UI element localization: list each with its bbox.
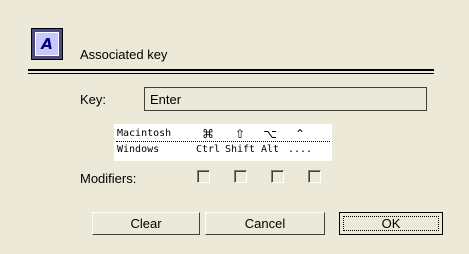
ok-button-label: OK [381,216,401,231]
ctrl-key-label: Ctrl [195,144,221,155]
shift-key-icon: ⇧ [234,127,246,141]
alt-key-label: Alt [260,144,280,155]
command-ctrl-checkbox[interactable] [197,170,210,183]
clear-button-label: Clear [130,216,162,231]
shift-checkbox[interactable] [234,170,247,183]
command-key-icon: ⌘ [202,127,214,141]
clear-button[interactable]: Clear [92,212,200,235]
cancel-button-label: Cancel [244,216,286,231]
mac-label: Macintosh [117,128,172,139]
key-label: Key: [80,92,107,107]
header-divider-thin [28,73,434,74]
app-icon: A [31,28,63,60]
ok-button[interactable]: OK [339,212,443,235]
windows-label: Windows [117,144,160,155]
modifiers-label: Modifiers: [80,171,137,186]
dialog-title: Associated key [80,47,168,62]
cancel-button[interactable]: Cancel [205,212,325,235]
mac-modifier-row: Macintosh ⌘ ⇧ ⌥ ⌃ [114,127,332,141]
shift-key-label: Shift [224,144,256,155]
windows-modifier-row: Windows Ctrl Shift Alt .... [114,143,332,157]
app-icon-letter: A [35,32,59,56]
option-alt-checkbox[interactable] [271,170,284,183]
control-key-icon: ⌃ [294,127,306,141]
modifier-table-separator [116,141,330,142]
no-key-label: .... [287,144,313,155]
option-key-icon: ⌥ [263,127,277,141]
modifier-key-table: Macintosh ⌘ ⇧ ⌥ ⌃ Windows Ctrl Shift Alt… [114,124,332,161]
control-checkbox[interactable] [308,170,321,183]
key-field[interactable] [144,87,427,111]
header-divider [28,69,434,71]
associated-key-dialog: A Associated key Key: Macintosh ⌘ ⇧ ⌥ ⌃ … [0,0,469,254]
